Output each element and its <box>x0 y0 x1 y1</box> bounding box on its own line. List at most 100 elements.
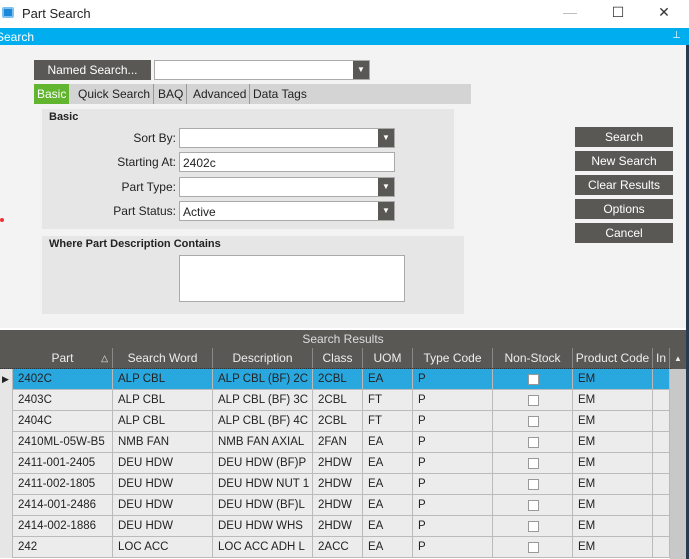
cell-type-code: P <box>413 474 493 495</box>
non-stock-checkbox[interactable] <box>528 416 539 427</box>
cell-uom: FT <box>363 411 413 432</box>
cell-part: 2411-002-1805 <box>13 474 113 495</box>
chevron-down-icon[interactable]: ▼ <box>353 61 369 79</box>
column-header-non-stock[interactable]: Non-Stock <box>493 348 573 369</box>
non-stock-checkbox[interactable] <box>528 437 539 448</box>
sort-by-select[interactable]: ▼ <box>179 128 395 148</box>
table-row[interactable]: 2411-002-1805 DEU HDW DEU HDW NUT 1 2HDW EA P… <box>0 474 670 495</box>
scroll-up-icon[interactable]: ▲ <box>670 348 686 369</box>
non-stock-checkbox[interactable] <box>528 542 539 553</box>
row-selector[interactable] <box>0 474 13 495</box>
column-header-product-code[interactable]: Product Code <box>573 348 653 369</box>
cell-product-code: EM <box>573 474 653 495</box>
part-type-select[interactable]: ▼ <box>179 177 395 197</box>
table-row[interactable]: ▶ 2402C ALP CBL ALP CBL (BF) 2C 2CBL EA P EM <box>0 368 671 391</box>
table-row[interactable]: 2403C ALP CBL ALP CBL (BF) 3C 2CBL FT P EM <box>0 390 670 411</box>
non-stock-checkbox[interactable] <box>528 374 539 385</box>
cell-part: 2410ML-05W-B5 <box>13 432 113 453</box>
column-header-in[interactable]: In <box>653 348 670 369</box>
row-selector[interactable] <box>0 411 13 432</box>
cell-part: 2414-002-1886 <box>13 516 113 537</box>
cell-uom: EA <box>363 474 413 495</box>
options-button[interactable]: Options <box>575 199 673 219</box>
non-stock-checkbox[interactable] <box>528 521 539 532</box>
cell-class: 2CBL <box>313 390 363 411</box>
chevron-down-icon[interactable]: ▼ <box>378 178 394 196</box>
row-selector[interactable] <box>0 537 13 558</box>
column-header-description[interactable]: Description <box>213 348 313 369</box>
tab-basic[interactable]: Basic <box>34 84 70 104</box>
column-header-type-code[interactable]: Type Code <box>413 348 493 369</box>
cell-in <box>653 369 670 390</box>
cell-search-word: ALP CBL <box>113 390 213 411</box>
table-row[interactable]: 2410ML-05W-B5 NMB FAN NMB FAN AXIAL 2FAN EA P… <box>0 432 670 453</box>
cell-search-word: DEU HDW <box>113 495 213 516</box>
new-search-button[interactable]: New Search <box>575 151 673 171</box>
cell-part: 2404C <box>13 411 113 432</box>
cell-non-stock <box>493 537 573 558</box>
table-row[interactable]: 2414-001-2486 DEU HDW DEU HDW (BF)L 2HDW EA P… <box>0 495 670 516</box>
cell-in <box>653 495 670 516</box>
basic-group-title: Basic <box>49 111 79 123</box>
cell-uom: EA <box>363 369 413 390</box>
cell-part: 2414-001-2486 <box>13 495 113 516</box>
row-selector[interactable] <box>0 495 13 516</box>
column-header-uom[interactable]: UOM <box>363 348 413 369</box>
cell-class: 2ACC <box>313 537 363 558</box>
tab-quick-search[interactable]: Quick Search <box>75 84 155 104</box>
chevron-down-icon[interactable]: ▼ <box>378 129 394 147</box>
description-input[interactable] <box>179 255 405 302</box>
pin-icon[interactable]: ⊥ <box>672 30 681 41</box>
cell-description: DEU HDW WHS <box>213 516 313 537</box>
cancel-button[interactable]: Cancel <box>575 223 673 243</box>
cell-description: NMB FAN AXIAL <box>213 432 313 453</box>
row-selector[interactable] <box>0 453 13 474</box>
non-stock-checkbox[interactable] <box>528 500 539 511</box>
part-status-select[interactable]: Active ▼ <box>179 201 395 221</box>
row-selector[interactable] <box>0 516 13 537</box>
column-header-search-word[interactable]: Search Word <box>113 348 213 369</box>
cell-uom: EA <box>363 495 413 516</box>
tab-advanced[interactable]: Advanced <box>190 84 251 104</box>
tab-baq[interactable]: BAQ <box>155 84 188 104</box>
column-header-part[interactable]: Part △ <box>13 348 113 369</box>
tab-data-tags[interactable]: Data Tags <box>250 84 310 104</box>
results-header: Part △ Search Word Description Class UOM … <box>0 348 686 369</box>
maximize-button[interactable]: ☐ <box>603 4 633 22</box>
cell-in <box>653 432 670 453</box>
clear-results-button[interactable]: Clear Results <box>575 175 673 195</box>
close-button[interactable]: ✕ <box>649 4 679 22</box>
panel-header: Search ⊥ <box>0 28 689 45</box>
starting-at-input[interactable]: 2402c <box>179 152 395 172</box>
cell-type-code: P <box>413 453 493 474</box>
description-group-title: Where Part Description Contains <box>49 238 221 250</box>
named-search-button[interactable]: Named Search... <box>34 60 151 80</box>
cell-in <box>653 411 670 432</box>
minimize-button[interactable]: — <box>555 4 585 22</box>
cell-product-code: EM <box>573 432 653 453</box>
chevron-down-icon[interactable]: ▼ <box>378 202 394 220</box>
table-row[interactable]: 242 LOC ACC LOC ACC ADH L 2ACC EA P EM <box>0 537 670 558</box>
cell-non-stock <box>493 369 573 390</box>
table-row[interactable]: 2404C ALP CBL ALP CBL (BF) 4C 2CBL FT P EM <box>0 411 670 432</box>
column-header-class[interactable]: Class <box>313 348 363 369</box>
row-selector[interactable] <box>0 432 13 453</box>
non-stock-checkbox[interactable] <box>528 479 539 490</box>
non-stock-checkbox[interactable] <box>528 458 539 469</box>
row-selector[interactable] <box>0 390 13 411</box>
non-stock-checkbox[interactable] <box>528 395 539 406</box>
sort-ascending-icon: △ <box>101 353 108 363</box>
search-button[interactable]: Search <box>575 127 673 147</box>
vertical-scrollbar[interactable] <box>670 369 686 559</box>
cell-description: ALP CBL (BF) 4C <box>213 411 313 432</box>
cell-part: 2402C <box>13 369 113 390</box>
cell-search-word: DEU HDW <box>113 516 213 537</box>
cell-type-code: P <box>413 495 493 516</box>
cell-search-word: LOC ACC <box>113 537 213 558</box>
table-row[interactable]: 2414-002-1886 DEU HDW DEU HDW WHS 2HDW EA P EM <box>0 516 670 537</box>
row-selector[interactable]: ▶ <box>0 369 13 390</box>
cell-product-code: EM <box>573 537 653 558</box>
table-row[interactable]: 2411-001-2405 DEU HDW DEU HDW (BF)P 2HDW EA P… <box>0 453 670 474</box>
cell-uom: EA <box>363 537 413 558</box>
named-search-combo[interactable]: ▼ <box>154 60 370 80</box>
